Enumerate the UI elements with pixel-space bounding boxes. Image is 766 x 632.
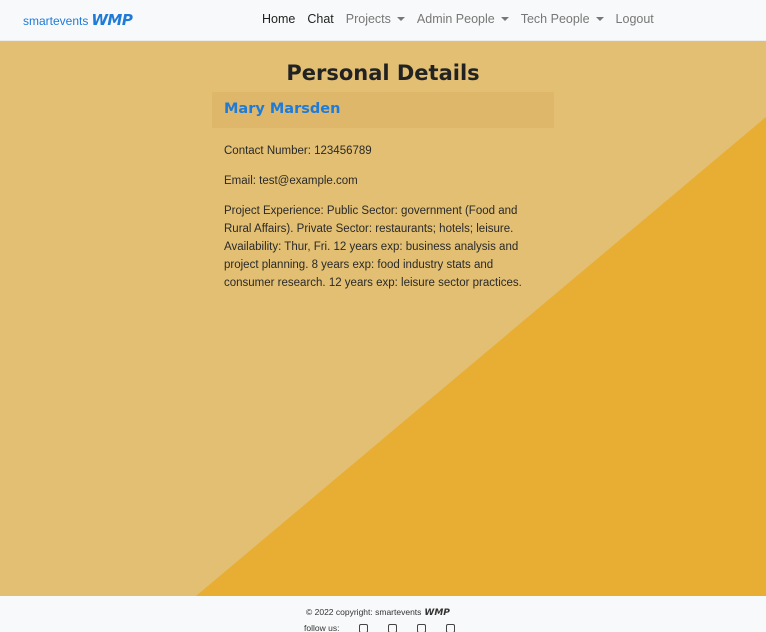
top-navbar: smartevents WMP Home Chat Projects Admin… <box>0 0 766 41</box>
nav-tech-people-label: Tech People <box>520 12 590 26</box>
footer: © 2022 copyright: smartevents WMP follow… <box>0 596 766 632</box>
email: Email: test@example.com <box>224 175 358 187</box>
chevron-down-icon <box>595 17 604 21</box>
page-title: Personal Details <box>286 61 480 85</box>
nav-home[interactable]: Home <box>262 12 295 26</box>
main-nav: Home Chat Projects Admin People Tech Peo… <box>262 12 666 26</box>
footer-logo: WMP <box>424 608 450 618</box>
nav-chat[interactable]: Chat <box>307 12 333 26</box>
contact-number: Contact Number: 123456789 <box>224 145 372 157</box>
youtube-icon[interactable] <box>446 623 456 632</box>
project-experience: Project Experience: Public Sector: gover… <box>224 205 522 289</box>
twitter-icon[interactable] <box>388 623 398 632</box>
main-content: Personal Details Mary Marsden Contact Nu… <box>0 41 766 596</box>
facebook-icon[interactable] <box>359 623 369 632</box>
brand-logo: WMP <box>91 11 133 29</box>
nav-projects-dropdown[interactable]: Projects <box>346 12 405 26</box>
person-card: Mary Marsden Contact Number: 123456789 E… <box>212 92 554 304</box>
nav-admin-people-label: Admin People <box>416 12 495 26</box>
person-name: Mary Marsden <box>212 92 554 128</box>
chevron-down-icon <box>500 17 509 21</box>
follow-us: follow us: <box>304 623 456 632</box>
person-details: Contact Number: 123456789 Email: test@ex… <box>212 128 554 292</box>
copyright-text: © 2022 copyright: smartevents <box>306 607 422 617</box>
copyright: © 2022 copyright: smartevents WMP <box>306 607 450 618</box>
nav-admin-people-dropdown[interactable]: Admin People <box>417 12 509 26</box>
chevron-down-icon <box>396 17 405 21</box>
brand-text: smartevents <box>23 14 89 28</box>
brand-link[interactable]: smartevents WMP <box>23 11 133 29</box>
nav-logout[interactable]: Logout <box>616 12 654 26</box>
instagram-icon[interactable] <box>417 623 427 632</box>
nav-projects-label: Projects <box>345 12 391 26</box>
nav-tech-people-dropdown[interactable]: Tech People <box>521 12 604 26</box>
follow-label: follow us: <box>304 623 340 632</box>
